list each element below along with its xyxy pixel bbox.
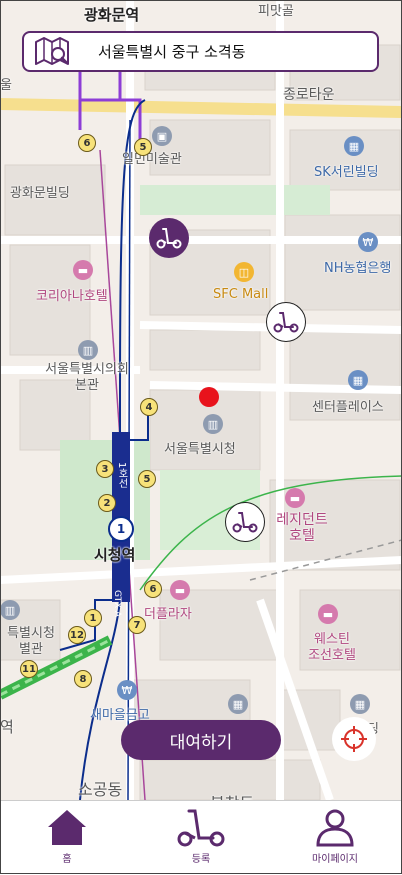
line-number-badge: 1	[108, 516, 134, 542]
tab-home-label: 홈	[62, 854, 72, 865]
subway-exit: 1	[84, 609, 102, 627]
subway-exit: 4	[140, 398, 158, 416]
current-location-marker	[199, 387, 219, 407]
tab-register[interactable]: 등록	[134, 801, 268, 875]
bottom-tab-bar: 홈 등록 마이페이지	[0, 800, 402, 875]
place-label-left-edge-1: 울	[0, 78, 12, 93]
hotel-icon: ▬	[318, 604, 338, 624]
subway-exit: 7	[128, 616, 146, 634]
location-search-bar[interactable]: 서울특별시 중구 소격동	[22, 31, 379, 72]
building-icon: ▦	[348, 370, 368, 390]
subway-exit: 5	[138, 470, 156, 488]
gallery-icon: ▣	[152, 126, 172, 146]
building-icon: ▦	[350, 694, 370, 714]
station-label-gwanghwamun: 광화문역	[84, 6, 140, 24]
subway-exit: 8	[74, 670, 92, 688]
subway-exit: 12	[68, 626, 86, 644]
place-label-the-plaza: 더플라자	[144, 607, 192, 622]
scooter-pin-reserved[interactable]	[149, 218, 189, 258]
place-label-pittgwan: 피맛골	[258, 4, 294, 19]
hotel-icon: ▬	[170, 580, 190, 600]
hotel-icon: ▬	[73, 260, 93, 280]
line-label-gtx: GTX-A	[112, 590, 122, 618]
place-label-left-edge-2: 역	[0, 718, 14, 736]
hotel-icon: ▬	[285, 488, 305, 508]
building-icon: ▦	[344, 136, 364, 156]
home-icon	[48, 810, 86, 845]
place-label-westin: 웨스틴 조선호텔	[308, 632, 356, 663]
location-address: 서울특별시 중구 소격동	[98, 43, 246, 61]
tab-register-label: 등록	[191, 854, 211, 865]
scooter-pin-available[interactable]	[225, 502, 265, 542]
place-label-city-hall: 서울특별시청	[164, 442, 236, 457]
scooter-pin-available[interactable]	[266, 302, 306, 342]
government-icon: ▥	[78, 340, 98, 360]
place-label-bukchang: 북창동	[210, 790, 254, 800]
crosshair-icon	[341, 726, 367, 752]
shopping-icon: ◫	[234, 262, 254, 282]
station-label-cityhall: 시청역	[94, 546, 136, 564]
map-search-icon	[34, 33, 74, 70]
tab-mypage-label: 마이페이지	[312, 854, 358, 865]
place-label-sfc-mall: SFC Mall	[213, 287, 269, 302]
government-icon: ▥	[0, 600, 20, 620]
tab-mypage[interactable]: 마이페이지	[268, 801, 402, 875]
scooter-filled-icon	[156, 228, 182, 249]
scooter-available-icon	[232, 512, 258, 533]
scooter-available-icon	[273, 312, 299, 333]
subway-exit: 6	[78, 134, 96, 152]
subway-exit: 3	[96, 460, 114, 478]
place-label-residence: 레지던트 호텔	[276, 512, 328, 544]
government-icon: ▥	[203, 414, 223, 434]
place-label-center-place: 센터플레이스	[312, 400, 384, 415]
subway-exit: 6	[144, 580, 162, 598]
building-icon: ▦	[228, 694, 248, 714]
bank-icon: ₩	[358, 232, 378, 252]
map-view[interactable]: 광화문역 피맛골 울 종로타운 광화문빌딩 ▣ 일민미술관 ▦ SK서린빌딩 ₩…	[0, 0, 402, 800]
place-label-sogong: 소공동	[78, 780, 123, 799]
subway-exit: 2	[98, 494, 116, 512]
place-label-gwanghwamun-building: 광화문빌딩	[10, 186, 70, 201]
scooter-icon	[177, 809, 225, 847]
line-label-1: 1호선	[116, 462, 127, 489]
person-icon	[316, 809, 354, 847]
place-label-council: 서울특별시의회 본관	[45, 362, 129, 393]
place-label-koreana: 코리아나호텔	[36, 289, 108, 304]
locate-button[interactable]	[332, 717, 376, 761]
subway-exit: 5	[134, 138, 152, 156]
place-label-ilmin: 일민미술관	[122, 152, 182, 167]
tab-home[interactable]: 홈	[0, 801, 134, 875]
place-label-sk-seorin: SK서린빌딩	[314, 165, 379, 180]
rent-button[interactable]: 대여하기	[121, 720, 281, 760]
subway-exit: 11	[20, 660, 38, 678]
place-label-jongno-town: 종로타운	[283, 87, 335, 103]
place-label-cityhall-annex: 특별시청 별관	[7, 626, 55, 657]
bank-icon: ₩	[117, 680, 137, 700]
place-label-nh-bank: NH농협은행	[324, 261, 392, 276]
